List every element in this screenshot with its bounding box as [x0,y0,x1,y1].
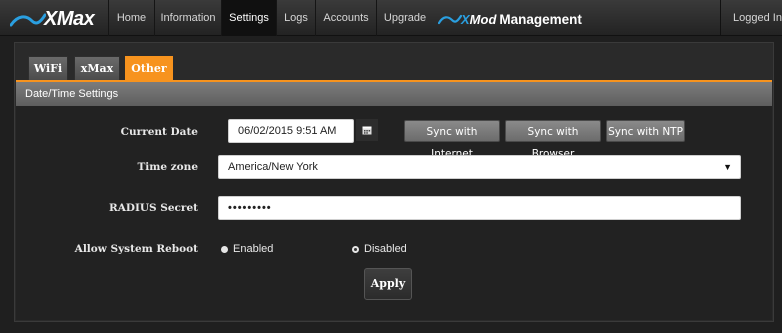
radius-secret-input[interactable]: ••••••••• [218,196,741,220]
tab-wifi[interactable]: WiFi [28,56,68,80]
section-header: Date/Time Settings [16,80,772,106]
nav-label: Logs [284,12,308,24]
radius-secret-label: RADIUS Secret [108,202,198,214]
radio-dot-icon [352,245,359,253]
time-zone-select[interactable]: America/New York ▼ [218,155,741,179]
nav-item-home[interactable]: Home [109,0,154,36]
section-title: Date/Time Settings [25,88,119,100]
nav-label: Home [116,12,147,24]
nav-item-information[interactable]: Information [155,0,221,36]
nav-item-upgrade[interactable]: Upgrade [377,0,433,36]
chevron-down-icon: ▼ [723,162,732,172]
reboot-label: Allow System Reboot [74,243,198,255]
nav-label: Settings [229,12,269,24]
xmod-management-title: XMod Management [438,8,582,30]
xmod-prefix: X [461,11,470,27]
calendar-button[interactable] [356,119,378,141]
reboot-enabled-radio[interactable]: Enabled [221,243,273,255]
time-zone-label: Time zone [137,161,198,173]
nav-label: Information [160,12,216,24]
nav-label: Accounts [323,12,369,24]
current-date-label: Current Date [120,126,198,138]
user-menu[interactable]: Logged In ▾ [720,0,782,36]
reboot-enabled-label: Enabled [233,243,274,255]
current-date-input[interactable]: 06/02/2015 9:51 AM [228,119,354,143]
xmod-name: Mod [469,11,497,27]
xmod-swoosh-icon [438,14,462,25]
apply-button[interactable]: Apply [364,268,412,300]
nav-item-logs[interactable]: Logs [277,0,315,36]
brand-name: XMax [44,7,95,30]
radio-dot-icon [221,245,228,253]
xmod-suffix: Management [499,11,582,27]
time-zone-value: America/New York [228,161,318,173]
tab-xmax[interactable]: xMax [74,56,120,80]
calendar-icon [362,126,372,135]
brand-logo[interactable]: XMax [10,6,95,32]
tab-other[interactable]: Other [125,56,173,80]
reboot-disabled-label: Disabled [364,243,407,255]
sync-internet-button[interactable]: Sync with Internet [404,120,500,160]
nav-item-settings[interactable]: Settings [222,0,276,36]
reboot-disabled-radio[interactable]: Disabled [352,243,407,255]
nav-label: Upgrade [383,12,427,24]
sync-browser-button[interactable]: Sync with Browser [505,120,601,160]
xmax-swoosh-logo-icon [10,13,46,27]
sync-ntp-button[interactable]: Sync with NTP [606,120,685,142]
user-menu-label: Logged In [733,12,782,24]
nav-item-accounts[interactable]: Accounts [316,0,376,36]
top-nav: XMax Home Information Settings Logs Acco… [0,0,782,36]
